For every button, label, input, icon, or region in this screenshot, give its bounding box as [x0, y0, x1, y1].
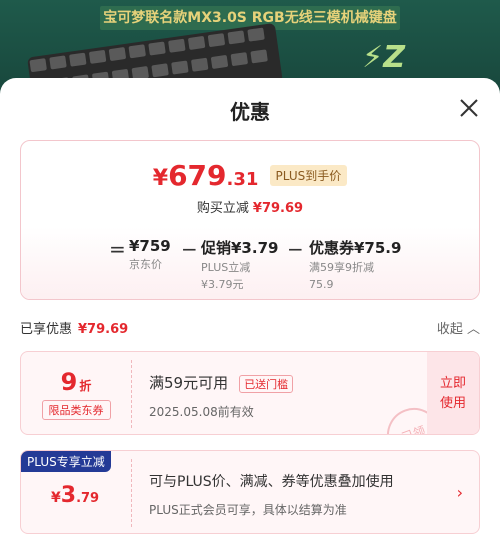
- coupon-value-block: 9折 限品类东券: [21, 352, 131, 434]
- coupon-value: 优惠券¥75.9: [309, 239, 402, 257]
- save-amount: ¥79.69: [252, 201, 304, 216]
- plus-desc-line-2: PLUS正式会员可享，具体以结算为准: [149, 503, 347, 517]
- promo-value: 促销¥3.79: [201, 239, 279, 257]
- final-price-row: ¥679.31 PLUS到手价: [21, 159, 479, 192]
- formula-promo: 促销¥3.79 PLUS立减 ¥3.79元: [201, 237, 278, 292]
- formula-coupon: 优惠券¥75.9 满59享9折减 75.9: [309, 237, 401, 292]
- price-currency: ¥: [152, 166, 169, 191]
- equals-sign: =: [109, 237, 126, 261]
- formula-jd-price: ¥759 京东价: [129, 237, 171, 272]
- coupon-discount-number: 9: [60, 368, 78, 396]
- coupon-expiry: 2025.05.08前有效: [149, 405, 254, 419]
- use-now-button[interactable]: 立即 使用: [427, 352, 479, 434]
- coupon-sub-1: 满59享9折减: [309, 261, 374, 274]
- enjoyed-amount: ¥79.69: [78, 322, 129, 337]
- plus-value-dec: .79: [76, 491, 100, 506]
- coupon-got-tag: 已送门槛: [239, 374, 294, 393]
- plus-value-int: 3: [60, 483, 77, 508]
- plus-currency: ¥: [51, 490, 61, 506]
- coupon-details: 满59元可用 已送门槛 2025.05.08前有效: [149, 372, 294, 420]
- save-label: 购买立减: [196, 201, 249, 216]
- coupon-sub-2: 75.9: [309, 278, 334, 291]
- promo-sub-1: PLUS立减: [201, 261, 251, 274]
- minus-sign-2: −: [287, 237, 304, 261]
- price-summary-card: ¥679.31 PLUS到手价 购买立减 ¥79.69 = ¥759 京东价 − …: [20, 140, 480, 300]
- enjoyed-discount: 已享优惠 ¥79.69: [20, 318, 128, 337]
- price-formula: = ¥759 京东价 − 促销¥3.79 PLUS立减 ¥3.79元 − 优惠券…: [21, 227, 479, 299]
- collapse-toggle[interactable]: 收起 ︿: [437, 318, 480, 337]
- jd-price-value: ¥759: [129, 237, 171, 255]
- promo-sub-2: ¥3.79元: [201, 278, 244, 291]
- close-icon[interactable]: [458, 97, 480, 119]
- jd-price-label: 京东价: [129, 258, 162, 271]
- price-decimal: .31: [226, 169, 259, 190]
- minus-sign-1: −: [181, 237, 198, 261]
- collapse-label: 收起: [436, 322, 463, 337]
- discount-sheet: 优惠 ¥679.31 PLUS到手价 购买立减 ¥79.69 = ¥759 京东价…: [0, 78, 500, 554]
- coupon-divider: [131, 360, 132, 428]
- plus-discount-value: ¥3.79: [51, 483, 99, 508]
- final-price: ¥679.31: [153, 159, 259, 192]
- plus-discount-card[interactable]: PLUS专享立减 ¥3.79 可与PLUS价、满减、券等优惠叠加使用 PLUS正…: [20, 450, 480, 534]
- coupon-scope: 限品类东券: [41, 400, 111, 420]
- chevron-right-icon: ›: [456, 483, 463, 502]
- enjoyed-label: 已享优惠: [20, 322, 73, 337]
- price-integer: 679: [168, 159, 227, 192]
- use-now-line-2: 使用: [439, 396, 466, 411]
- coupon-condition: 满59元可用: [149, 374, 229, 392]
- save-line: 购买立减 ¥79.69: [21, 197, 479, 216]
- plus-desc-line-1: 可与PLUS价、满减、券等优惠叠加使用: [149, 474, 394, 490]
- plus-price-tag: PLUS到手价: [269, 165, 348, 186]
- sheet-title: 优惠: [230, 100, 270, 124]
- coupon-card: 9折 限品类东券 满59元可用 已送门槛 2025.05.08前有效 已领 立即…: [20, 351, 480, 435]
- coupon-discount: 9折: [21, 368, 131, 396]
- use-now-line-1: 立即: [439, 376, 466, 391]
- plus-divider: [131, 459, 132, 527]
- coupon-discount-unit: 折: [79, 379, 92, 393]
- banner-decoration: ⚡Z: [362, 40, 405, 75]
- plus-description: 可与PLUS价、满减、券等优惠叠加使用 PLUS正式会员可享，具体以结算为准: [149, 471, 394, 518]
- chevron-up-icon: ︿: [466, 322, 480, 337]
- plus-badge: PLUS专享立减: [21, 451, 111, 472]
